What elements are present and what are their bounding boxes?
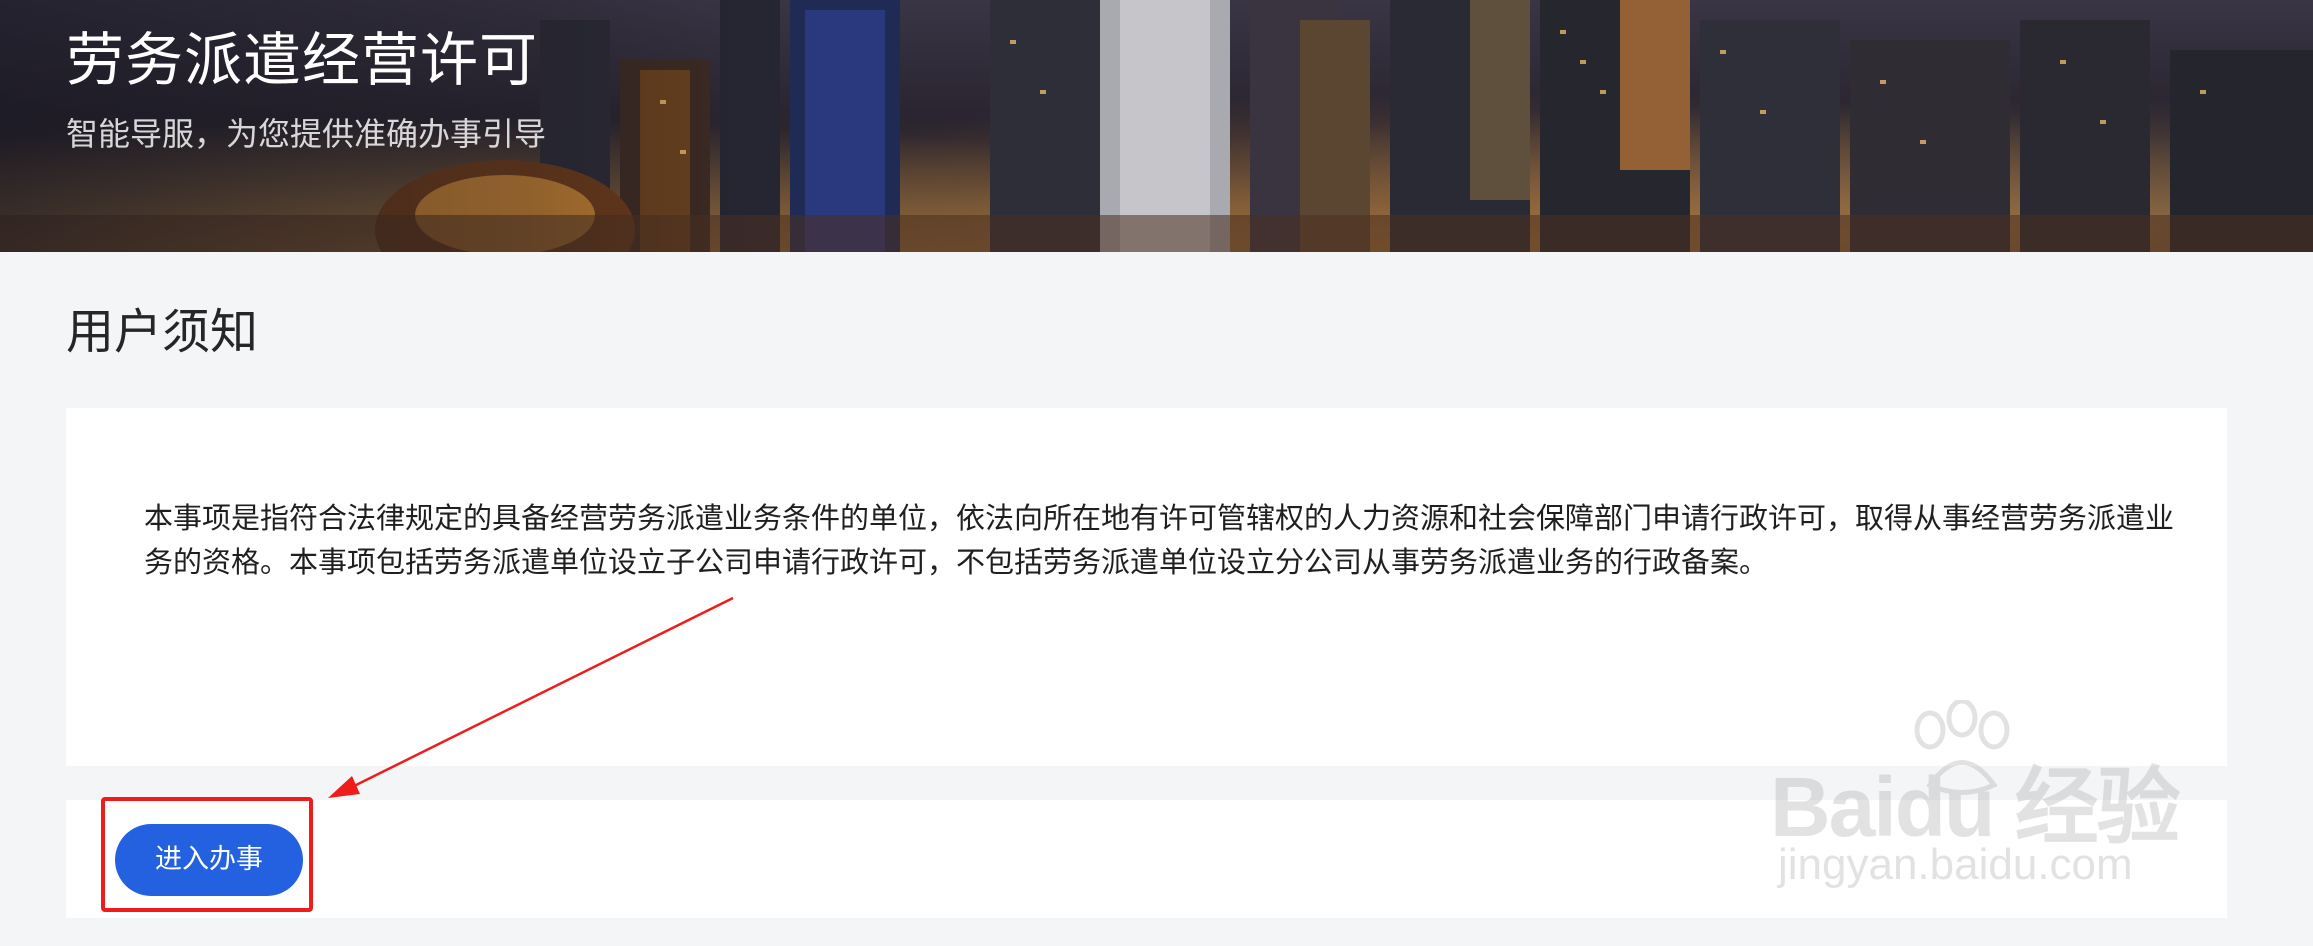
section-title: 用户须知 [66, 304, 259, 360]
hero-banner: 劳务派遣经营许可 智能导服，为您提供准确办事引导 [0, 0, 2313, 252]
annotation-highlight-box [101, 797, 313, 912]
baidu-watermark: Baidu 经验 jingyan.baidu.com [1770, 700, 2190, 900]
notice-text: 本事项是指符合法律规定的具备经营劳务派遣业务条件的单位，依法向所在地有许可管辖权… [144, 501, 2175, 579]
page-subtitle: 智能导服，为您提供准确办事引导 [66, 115, 547, 153]
watermark-url: jingyan.baidu.com [1778, 840, 2133, 889]
page-title: 劳务派遣经营许可 [66, 26, 539, 94]
